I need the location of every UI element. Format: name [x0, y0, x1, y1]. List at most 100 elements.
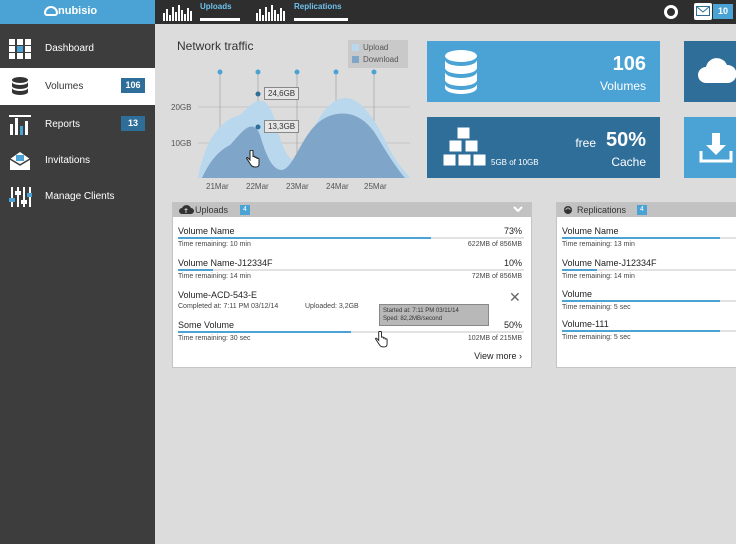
sidebar-item-invitations[interactable]: Invitations — [0, 142, 155, 179]
sidebar-item-label: Manage Clients — [45, 191, 115, 202]
replications-count-badge: 4 — [637, 205, 647, 215]
replications-panel-title: Replications — [577, 205, 627, 215]
point-download-22mar — [255, 124, 261, 130]
cache-value: 50% — [605, 129, 646, 151]
upload-size: 102MB of 215MB — [467, 335, 522, 342]
mail-icon — [9, 152, 31, 170]
replication-progress-fill — [562, 237, 721, 239]
top-bar: nubisio Uploads Replications 10 — [0, 0, 736, 24]
marker-25mar — [371, 69, 377, 75]
replications-panel: Replications 4 Volume Name Time remainin… — [556, 202, 736, 368]
volumes-label: Volumes — [599, 79, 646, 93]
upload-progress-track — [178, 331, 524, 333]
upload-size: 72MB of 856MB — [471, 273, 522, 280]
replication-name: Volume-111 — [562, 319, 609, 329]
tab-replications[interactable]: Replications — [256, 0, 348, 24]
tooltip-speed: Sped: 82,2MB/second — [383, 316, 443, 322]
tooltip-started-at: Started at: 7:11 PM 03/11/14 — [383, 308, 459, 314]
replication-time-remaining: Time remaining: 5 sec — [562, 334, 631, 341]
sidebar-item-label: Dashboard — [45, 43, 94, 54]
tab-uploads-underline — [200, 18, 240, 21]
cloud-upload-icon — [179, 205, 194, 214]
uploads-panel: Uploads 4 Volume Name 73% Time remaining… — [172, 202, 532, 368]
bar-chart-icon — [9, 115, 31, 135]
mail-icon — [696, 6, 710, 16]
marker-21mar — [217, 69, 223, 75]
chart-title: Network traffic — [177, 39, 254, 53]
tab-uploads-label: Uploads — [200, 2, 232, 11]
sidebar-item-reports[interactable]: Reports 13 — [0, 106, 155, 143]
download-tile[interactable] — [684, 117, 736, 178]
download-icon — [699, 133, 733, 163]
replication-time-remaining: Time remaining: 14 min — [562, 273, 635, 280]
mail-count-badge: 10 — [713, 4, 733, 19]
sidebar-item-dashboard[interactable]: Dashboard — [0, 30, 155, 67]
replication-progress-fill — [562, 300, 721, 302]
bar-chart-icon — [256, 5, 285, 21]
uploads-count-badge: 4 — [240, 205, 250, 215]
tab-uploads[interactable]: Uploads — [163, 0, 241, 24]
upload-name: Volume Name-J12334F — [178, 258, 273, 268]
upload-percent: 10% — [503, 258, 522, 268]
y-tick-10gb: 10GB — [171, 139, 192, 148]
sliders-icon — [9, 187, 32, 207]
cubes-icon — [442, 126, 487, 167]
view-more-link[interactable]: View more › — [474, 351, 522, 361]
sidebar-item-label: Volumes — [45, 81, 84, 92]
upload-percent: 50% — [503, 320, 522, 330]
upload-name: Volume-ACD-543-E — [178, 290, 258, 300]
bar-chart-icon — [163, 5, 192, 21]
replication-time-remaining: Time remaining: 5 sec — [562, 304, 631, 311]
upload-name: Some Volume — [178, 320, 235, 330]
marker-23mar — [294, 69, 300, 75]
mail-button[interactable] — [694, 3, 712, 20]
close-icon[interactable]: ✕ — [509, 289, 521, 306]
cache-tile[interactable]: 5GB of 10GB free 50% Cache — [427, 117, 660, 178]
cloud-logo-icon — [44, 6, 58, 16]
replications-panel-header: Replications 4 — [557, 203, 736, 217]
replication-progress-track — [562, 300, 736, 302]
replication-progress-fill — [562, 330, 721, 332]
uploads-panel-title: Uploads — [195, 205, 229, 215]
x-tick: 23Mar — [286, 182, 309, 191]
sidebar-item-label: Reports — [45, 119, 81, 130]
sidebar-item-manage-clients[interactable]: Manage Clients — [0, 178, 155, 215]
tab-replications-underline — [294, 18, 348, 21]
logo[interactable]: nubisio — [0, 0, 155, 24]
reports-count-badge: 13 — [121, 116, 145, 131]
sidebar-item-volumes[interactable]: Volumes 106 — [0, 68, 155, 105]
hand-cursor-icon — [375, 331, 388, 348]
chart-tooltip-upload: 24,6GB — [264, 87, 300, 100]
upload-progress-track — [178, 269, 524, 271]
sidebar-item-label: Invitations — [45, 155, 91, 166]
database-icon — [12, 77, 28, 95]
legend-swatch-upload — [352, 44, 359, 52]
cloud-tile[interactable] — [684, 41, 736, 102]
upload-time-remaining: Time remaining: 10 min — [178, 241, 251, 248]
upload-uploaded-size: Uploaded: 3,2GB — [305, 303, 359, 310]
database-icon — [445, 50, 477, 94]
volumes-tile[interactable]: 106 Volumes — [427, 41, 660, 102]
legend-label: Upload — [363, 43, 389, 52]
legend-upload[interactable]: Upload — [352, 43, 388, 52]
upload-name: Volume Name — [178, 226, 235, 236]
cache-detail: 5GB of 10GB — [491, 158, 539, 167]
upload-progress-fill — [178, 269, 213, 271]
marker-22mar — [255, 69, 261, 75]
tab-replications-label: Replications — [294, 2, 342, 11]
upload-percent: 73% — [503, 226, 522, 236]
upload-progress-fill — [178, 237, 431, 239]
upload-time-remaining: Time remaining: 30 sec — [178, 335, 251, 342]
replication-progress-fill — [562, 269, 598, 271]
upload-progress-track — [178, 237, 524, 239]
logo-text: nubisio — [58, 5, 98, 17]
chevron-down-icon[interactable] — [513, 206, 523, 214]
upload-detail-tooltip: Started at: 7:11 PM 03/11/14 Sped: 82,2M… — [379, 304, 489, 326]
point-upload-22mar — [255, 91, 261, 97]
gear-icon[interactable] — [664, 5, 678, 19]
upload-time-remaining: Time remaining: 14 min — [178, 273, 251, 280]
marker-24mar — [333, 69, 339, 75]
upload-progress-fill — [178, 331, 351, 333]
x-tick: 24Mar — [326, 182, 349, 191]
volumes-count: 106 — [612, 53, 646, 75]
